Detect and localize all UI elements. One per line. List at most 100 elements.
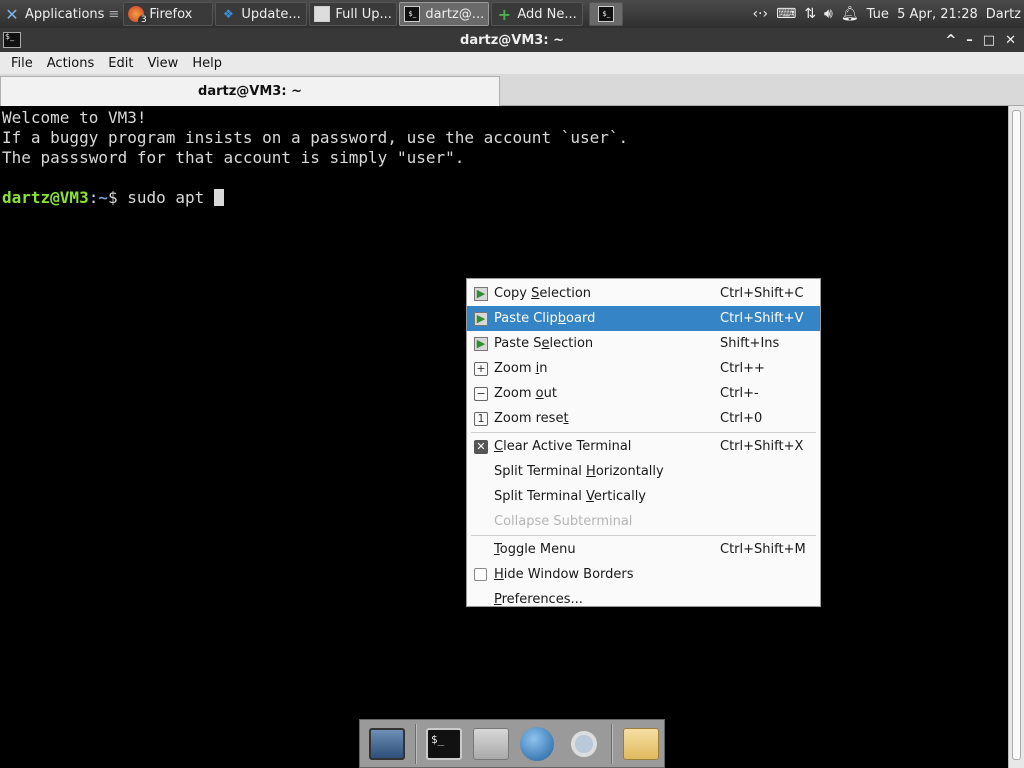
- task-label: Firefox: [149, 6, 193, 22]
- task-add-new[interactable]: + Add Ne...: [491, 2, 584, 26]
- minimize-button[interactable]: –: [966, 33, 973, 48]
- menu-item[interactable]: + Zoom in Ctrl++: [467, 356, 820, 381]
- menu-item[interactable]: Preferences...: [467, 587, 820, 612]
- xfce-icon: ✕: [5, 4, 19, 24]
- menu-item[interactable]: 1 Zoom reset Ctrl+0: [467, 406, 820, 431]
- separator-line: [471, 535, 816, 536]
- firefox-icon: 3: [128, 6, 150, 25]
- home-folder-icon: [472, 727, 509, 760]
- menu-item-label: Zoom out: [494, 386, 557, 401]
- task-label: Update...: [241, 6, 301, 22]
- menu-view[interactable]: View: [140, 56, 185, 71]
- window-titlebar[interactable]: $_ dartz@VM3: ~ ^ – □ ✕: [0, 28, 1024, 52]
- checkbox[interactable]: [474, 568, 487, 581]
- terminal-line: The passsword for that account is simply…: [2, 148, 465, 167]
- zoom-in-icon: +: [474, 361, 488, 376]
- menu-item-label: Paste Clipboard: [494, 311, 596, 326]
- menu-edit[interactable]: Edit: [101, 56, 140, 71]
- applications-menu-button[interactable]: ✕ Applications ≡: [0, 2, 123, 26]
- menu-item-shortcut: Shift+Ins: [720, 336, 780, 351]
- tab-bar: dartz@VM3: ~: [0, 74, 1024, 106]
- scrollbar-thumb[interactable]: [1012, 110, 1021, 760]
- task-update[interactable]: ❖ Update...: [215, 2, 308, 26]
- search-icon: [570, 730, 597, 757]
- clear-icon: ✕: [474, 439, 488, 454]
- menu-item[interactable]: − Zoom out Ctrl+-: [467, 381, 820, 406]
- web-browser-icon: [520, 726, 555, 761]
- task-label: Add Ne...: [517, 6, 577, 22]
- task-label: dartz@...: [425, 6, 485, 22]
- separator-line: [471, 432, 816, 433]
- maximize-button[interactable]: □: [983, 33, 995, 48]
- menu-item[interactable]: Split Terminal Horizontally: [467, 459, 820, 484]
- menu-item-label: Split Terminal Vertically: [494, 489, 647, 504]
- menu-item[interactable]: ▶ Paste Selection Shift+Ins: [467, 331, 820, 356]
- shade-button[interactable]: ^: [945, 33, 956, 48]
- menu-item[interactable]: ▶ Copy Selection Ctrl+Shift+C: [467, 281, 820, 306]
- terminal-icon[interactable]: $_: [3, 32, 21, 48]
- text-cursor: [213, 189, 224, 206]
- menu-actions[interactable]: Actions: [40, 56, 102, 71]
- menu-item-shortcut: Ctrl+Shift+X: [720, 439, 804, 454]
- dock-separator: [414, 723, 417, 764]
- web-browser-launcher[interactable]: [514, 722, 561, 766]
- menu-item-shortcut: Ctrl+0: [720, 411, 763, 426]
- menu-item-label: Paste Selection: [494, 336, 594, 351]
- menu-item-label: Copy Selection: [494, 286, 592, 301]
- transfer-icon[interactable]: ⇅: [804, 6, 816, 22]
- menu-indicator-icon: ≡: [108, 6, 120, 22]
- applications-label: Applications: [25, 6, 105, 22]
- window-icon: [314, 6, 331, 22]
- system-tray: ‹·› ⌨ ⇅ 🔊︎ 🔔︎ Tue 5 Apr, 21:28 Dartz: [752, 6, 1024, 22]
- terminal-icon: $_: [404, 6, 421, 22]
- clock[interactable]: Tue 5 Apr, 21:28: [867, 7, 978, 22]
- menu-item-label: Clear Active Terminal: [494, 439, 632, 454]
- menu-item-label: Hide Window Borders: [494, 567, 634, 582]
- menu-item-label: Zoom reset: [494, 411, 569, 426]
- terminal-launcher[interactable]: $_: [421, 722, 468, 766]
- user-name[interactable]: Dartz: [986, 7, 1021, 22]
- menu-item-shortcut: Ctrl++: [720, 361, 765, 376]
- command-text: sudo apt: [127, 188, 214, 207]
- plus-icon: +: [497, 4, 512, 24]
- menu-item[interactable]: Toggle Menu Ctrl+Shift+M: [467, 537, 820, 562]
- context-menu: ▶ Copy Selection Ctrl+Shift+C ▶ Paste Clipbo…: [466, 278, 821, 607]
- network-icon[interactable]: ‹·›: [752, 6, 768, 22]
- keyboard-icon[interactable]: ⌨: [776, 6, 796, 22]
- volume-icon[interactable]: 🔊︎: [824, 6, 833, 22]
- zoom-out-icon: −: [474, 386, 488, 401]
- dropbox-icon: ❖: [222, 7, 234, 21]
- close-button[interactable]: ✕: [1005, 33, 1016, 48]
- menu-item[interactable]: ✕ Clear Active Terminal Ctrl+Shift+X: [467, 434, 820, 459]
- menu-item-label: Toggle Menu: [494, 542, 576, 557]
- tab-terminal[interactable]: dartz@VM3: ~: [0, 76, 500, 106]
- show-desktop-button[interactable]: [364, 722, 411, 766]
- menu-item-shortcut: Ctrl+Shift+M: [720, 542, 806, 557]
- menu-item[interactable]: ▶ Paste Clipboard Ctrl+Shift+V: [467, 306, 820, 331]
- bell-icon[interactable]: 🔔︎: [841, 6, 859, 22]
- task-terminal-2[interactable]: $_: [589, 2, 624, 26]
- menu-file[interactable]: File: [4, 56, 40, 71]
- menu-item-label: Collapse Subterminal: [494, 514, 633, 529]
- task-label: Full Up...: [335, 6, 392, 22]
- task-full-upgrade[interactable]: Full Up...: [309, 2, 398, 26]
- terminal-scrollbar[interactable]: [1008, 106, 1024, 768]
- show-desktop-icon: [369, 727, 406, 760]
- prompt-separator: :: [88, 188, 99, 207]
- menu-item[interactable]: Hide Window Borders: [467, 562, 820, 587]
- paste-icon: ▶: [474, 311, 488, 326]
- task-firefox[interactable]: 3 Firefox: [123, 2, 214, 26]
- copy-icon: ▶: [474, 286, 488, 301]
- menu-item[interactable]: Split Terminal Vertically: [467, 484, 820, 509]
- files-launcher[interactable]: [617, 722, 664, 766]
- task-terminal[interactable]: $_ dartz@...: [399, 2, 490, 26]
- menu-item: Collapse Subterminal: [467, 509, 820, 534]
- menu-help[interactable]: Help: [185, 56, 229, 71]
- terminal-line: If a buggy program insists on a password…: [2, 128, 629, 147]
- prompt-path: ~: [98, 188, 108, 207]
- home-folder-launcher[interactable]: [467, 722, 514, 766]
- dock-separator: [611, 723, 614, 764]
- search-launcher[interactable]: [561, 722, 608, 766]
- top-panel: ✕ Applications ≡ 3 Firefox ❖ Update... F…: [0, 0, 1024, 28]
- prompt-user: dartz@VM3: [2, 188, 89, 207]
